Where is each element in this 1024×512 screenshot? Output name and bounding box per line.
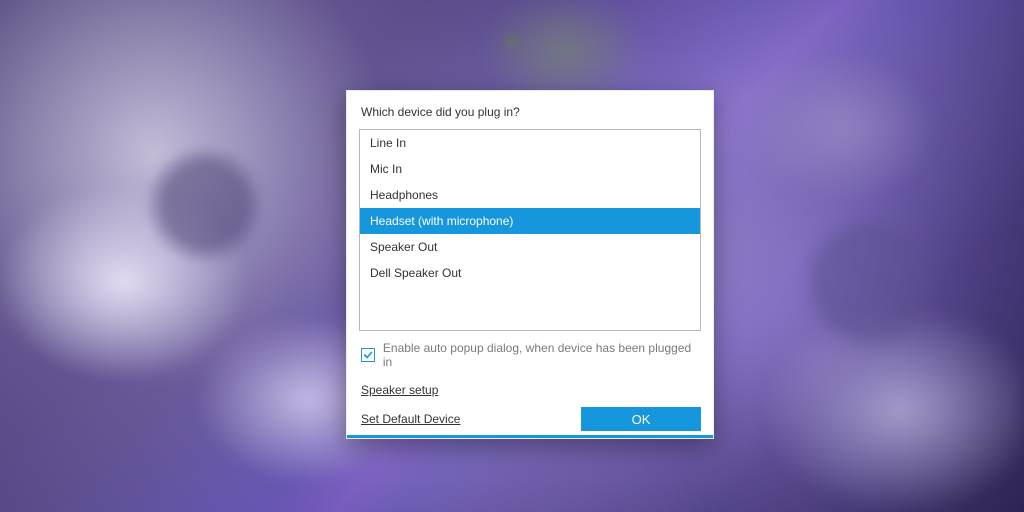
set-default-device-link[interactable]: Set Default Device [361,412,460,426]
check-icon [363,350,373,360]
auto-popup-label: Enable auto popup dialog, when device ha… [383,341,701,369]
dialog-title: Which device did you plug in? [361,105,701,119]
device-item-dell-speaker-out[interactable]: Dell Speaker Out [360,260,700,286]
ok-button[interactable]: OK [581,407,701,431]
speaker-setup-link[interactable]: Speaker setup [361,383,438,397]
device-item-mic-in[interactable]: Mic In [360,156,700,182]
device-item-line-in[interactable]: Line In [360,130,700,156]
desktop-wallpaper: Which device did you plug in? Line In Mi… [0,0,1024,512]
device-item-speaker-out[interactable]: Speaker Out [360,234,700,260]
dialog-bottom-row: Set Default Device OK [361,407,701,431]
dialog-accent-bar [347,435,713,438]
device-list: Line In Mic In Headphones Headset (with … [359,129,701,331]
audio-device-dialog: Which device did you plug in? Line In Mi… [346,90,714,439]
device-item-headphones[interactable]: Headphones [360,182,700,208]
device-item-headset[interactable]: Headset (with microphone) [360,208,700,234]
auto-popup-checkbox[interactable] [361,348,375,362]
auto-popup-row: Enable auto popup dialog, when device ha… [361,341,701,369]
